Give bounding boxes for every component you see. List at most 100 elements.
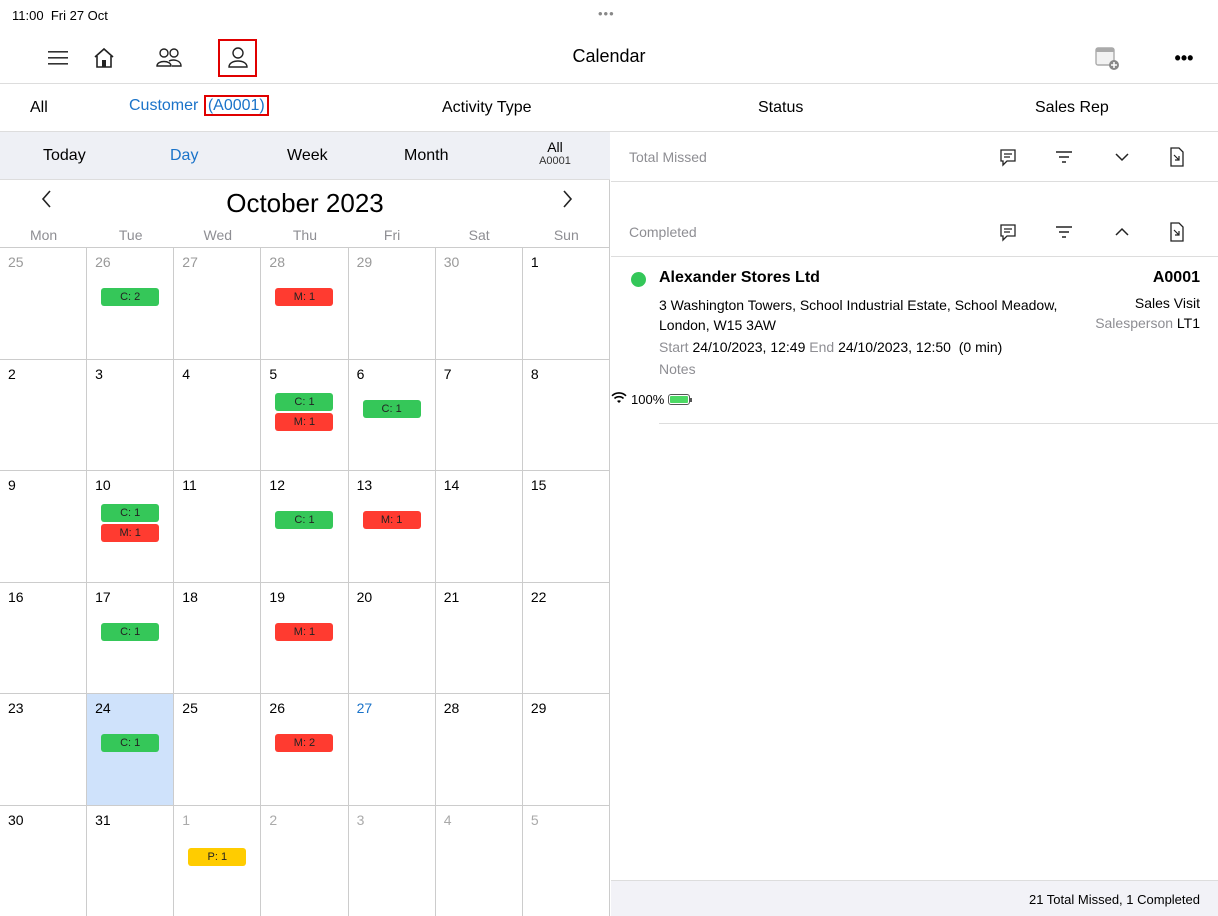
day-cell[interactable]: 27	[174, 248, 262, 360]
day-cell[interactable]: 5 C: 1 M: 1	[261, 359, 349, 471]
day-cell[interactable]: 27	[348, 694, 436, 806]
day-cell[interactable]: 31	[87, 805, 175, 916]
mode-week[interactable]: Week	[287, 147, 328, 165]
day-cell[interactable]: 6 C: 1	[348, 359, 436, 471]
activity-entry[interactable]: Alexander Stores Ltd A0001 3 Washington …	[611, 257, 1218, 425]
day-cell[interactable]: 25	[0, 248, 88, 360]
day-cell[interactable]: 13 M: 1	[348, 471, 436, 583]
mode-day[interactable]: Day	[170, 147, 198, 165]
day-number: 22	[530, 588, 547, 605]
day-cell[interactable]: 1 P: 1	[174, 805, 262, 916]
day-cell[interactable]: 26 C: 2	[87, 248, 175, 360]
day-cell[interactable]: 16	[0, 582, 88, 694]
day-cell[interactable]: 3	[87, 359, 175, 471]
mode-all[interactable]: All A0001	[530, 140, 580, 168]
day-cell[interactable]: 30	[0, 805, 88, 916]
day-cell[interactable]: 28 M: 1	[261, 248, 349, 360]
day-cell[interactable]: 9	[0, 471, 88, 583]
sync-document-icon[interactable]	[1163, 144, 1189, 170]
divider	[659, 423, 1218, 424]
filter-all[interactable]: All	[30, 99, 48, 117]
day-cell[interactable]: 5	[523, 805, 610, 916]
day-cell[interactable]: 14	[435, 471, 523, 583]
filter-icon[interactable]	[1051, 219, 1077, 245]
more-icon[interactable]: •••	[1166, 40, 1202, 76]
day-cell[interactable]: 18	[174, 582, 262, 694]
day-cell[interactable]: 23	[0, 694, 88, 806]
filter-customer[interactable]: Customer (A0001)	[129, 95, 269, 116]
missed-badge[interactable]: M: 1	[275, 288, 334, 306]
section-completed: Completed	[611, 207, 1218, 257]
completed-badge[interactable]: C: 1	[101, 734, 160, 752]
sync-document-icon[interactable]	[1163, 219, 1189, 245]
day-number: 8	[530, 365, 539, 382]
day-number: 7	[443, 365, 452, 382]
filter-icon[interactable]	[1051, 144, 1077, 170]
day-cell[interactable]: 3	[349, 805, 436, 916]
activity-badges: M: 1	[349, 511, 435, 529]
day-cell[interactable]: 26 M: 2	[261, 694, 349, 806]
chevron-down-icon[interactable]	[1109, 144, 1135, 170]
day-cell[interactable]: 30	[435, 248, 523, 360]
comment-icon[interactable]	[995, 219, 1021, 245]
weekday-sun: Sun	[553, 227, 579, 243]
completed-badge[interactable]: C: 1	[275, 511, 334, 529]
activity-badges: C: 1 M: 1	[261, 392, 347, 431]
completed-badge[interactable]: C: 1	[275, 392, 334, 411]
day-cell[interactable]: 4	[436, 805, 523, 916]
filter-status[interactable]: Status	[758, 99, 803, 117]
missed-badge[interactable]: M: 1	[275, 622, 334, 641]
completed-badge[interactable]: C: 1	[362, 399, 421, 418]
day-cell[interactable]: 10 C: 1 M: 1	[87, 471, 175, 583]
missed-badge[interactable]: M: 1	[101, 524, 160, 542]
day-cell[interactable]: 29	[522, 694, 610, 806]
day-cell[interactable]: 24 C: 1	[87, 694, 175, 806]
day-cell[interactable]: 29	[348, 248, 436, 360]
day-cell[interactable]: 21	[435, 582, 523, 694]
day-number: 1	[530, 254, 539, 270]
day-number: 29	[356, 254, 373, 270]
day-cell[interactable]: 20	[348, 582, 436, 694]
mode-all-sub: A0001	[539, 155, 571, 167]
day-cell[interactable]: 7	[435, 359, 523, 471]
customer-code: A0001	[1152, 269, 1200, 286]
day-cell[interactable]: 2	[0, 359, 88, 471]
missed-badge[interactable]: M: 1	[362, 511, 421, 529]
salesperson: Salesperson LT1	[1095, 315, 1200, 331]
day-number: 29	[530, 700, 547, 716]
day-cell[interactable]: 8	[522, 359, 610, 471]
day-number: 9	[8, 477, 16, 493]
completed-badge[interactable]: C: 2	[101, 288, 160, 306]
day-cell[interactable]: 22	[522, 582, 610, 694]
day-cell[interactable]: 1	[522, 248, 610, 360]
day-number: 30	[8, 811, 24, 828]
activity-badges: C: 1	[87, 734, 173, 752]
mode-month[interactable]: Month	[404, 147, 448, 165]
day-cell[interactable]: 28	[435, 694, 523, 806]
next-month-button[interactable]	[562, 188, 574, 216]
comment-icon[interactable]	[995, 144, 1021, 170]
day-cell[interactable]: 2	[261, 805, 349, 916]
filter-activity-type[interactable]: Activity Type	[442, 99, 532, 117]
day-number: 25	[182, 700, 198, 716]
customer-address: 3 Washington Towers, School Industrial E…	[659, 297, 1058, 333]
planned-badge[interactable]: P: 1	[188, 847, 247, 866]
filter-sales-rep[interactable]: Sales Rep	[1035, 99, 1109, 117]
day-cell[interactable]: 25	[174, 694, 262, 806]
day-number: 5	[530, 811, 539, 828]
completed-badge[interactable]: C: 1	[101, 504, 160, 522]
day-cell[interactable]: 4	[174, 359, 262, 471]
day-cell[interactable]: 11	[174, 471, 262, 583]
completed-badge[interactable]: C: 1	[101, 622, 160, 641]
missed-badge[interactable]: M: 2	[275, 734, 334, 752]
chevron-up-icon[interactable]	[1109, 219, 1135, 245]
day-cell[interactable]: 15	[522, 471, 610, 583]
day-cell[interactable]: 17 C: 1	[87, 582, 175, 694]
activity-badges: C: 1 M: 1	[87, 504, 173, 542]
mode-today[interactable]: Today	[43, 147, 86, 165]
missed-badge[interactable]: M: 1	[275, 412, 334, 431]
day-cell[interactable]: 12 C: 1	[261, 471, 349, 583]
calendar-add-icon[interactable]	[1089, 40, 1125, 76]
day-cell[interactable]: 19 M: 1	[261, 582, 349, 694]
weekday-mon: Mon	[29, 227, 58, 243]
